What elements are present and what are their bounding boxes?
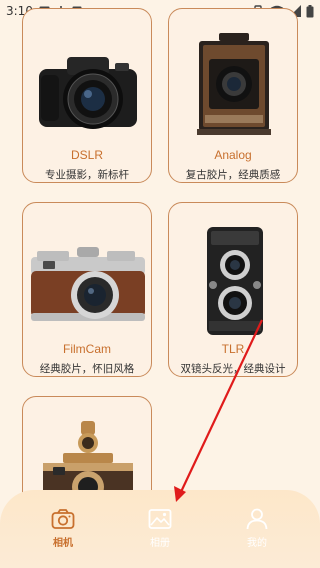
- dslr-camera-image: [39, 57, 137, 129]
- camera-subtitle: 复古胶片，经典质感: [185, 169, 281, 181]
- tab-gallery[interactable]: 相册: [130, 508, 190, 558]
- gallery-icon: [148, 509, 172, 529]
- filmcam-camera-image: [31, 247, 145, 321]
- bottom-tab-bar: 相机 相册 我的: [0, 490, 320, 568]
- camera-card-analog[interactable]: Analog 复古胶片，经典质感: [168, 8, 298, 183]
- profile-icon: [246, 508, 268, 530]
- camera-subtitle: 专业摄影，新标杆: [45, 169, 129, 181]
- tab-gallery-label: 相册: [150, 538, 170, 549]
- camera-title: FilmCam: [63, 342, 111, 356]
- tlr-camera-image: [207, 227, 263, 335]
- camera-title: TLR: [221, 342, 245, 356]
- camera-icon: [51, 509, 75, 529]
- camera-card-dslr[interactable]: DSLR 专业摄影，新标杆: [22, 8, 152, 183]
- analog-camera-image: [197, 33, 271, 135]
- battery-icon: [306, 4, 314, 17]
- tab-profile[interactable]: 我的: [227, 508, 287, 558]
- tab-camera-label: 相机: [53, 538, 73, 549]
- tab-camera[interactable]: 相机: [33, 508, 93, 558]
- camera-title: Analog: [214, 148, 252, 162]
- camera-subtitle: 双镜头反光，经典设计: [180, 363, 286, 375]
- camera-card-tlr[interactable]: TLR 双镜头反光，经典设计: [168, 202, 298, 377]
- tab-profile-label: 我的: [247, 538, 267, 549]
- camera-title: DSLR: [70, 148, 103, 162]
- camera-subtitle: 经典胶片，怀旧风格: [39, 363, 135, 375]
- camera-card-filmcam[interactable]: FilmCam 经典胶片，怀旧风格: [22, 202, 152, 377]
